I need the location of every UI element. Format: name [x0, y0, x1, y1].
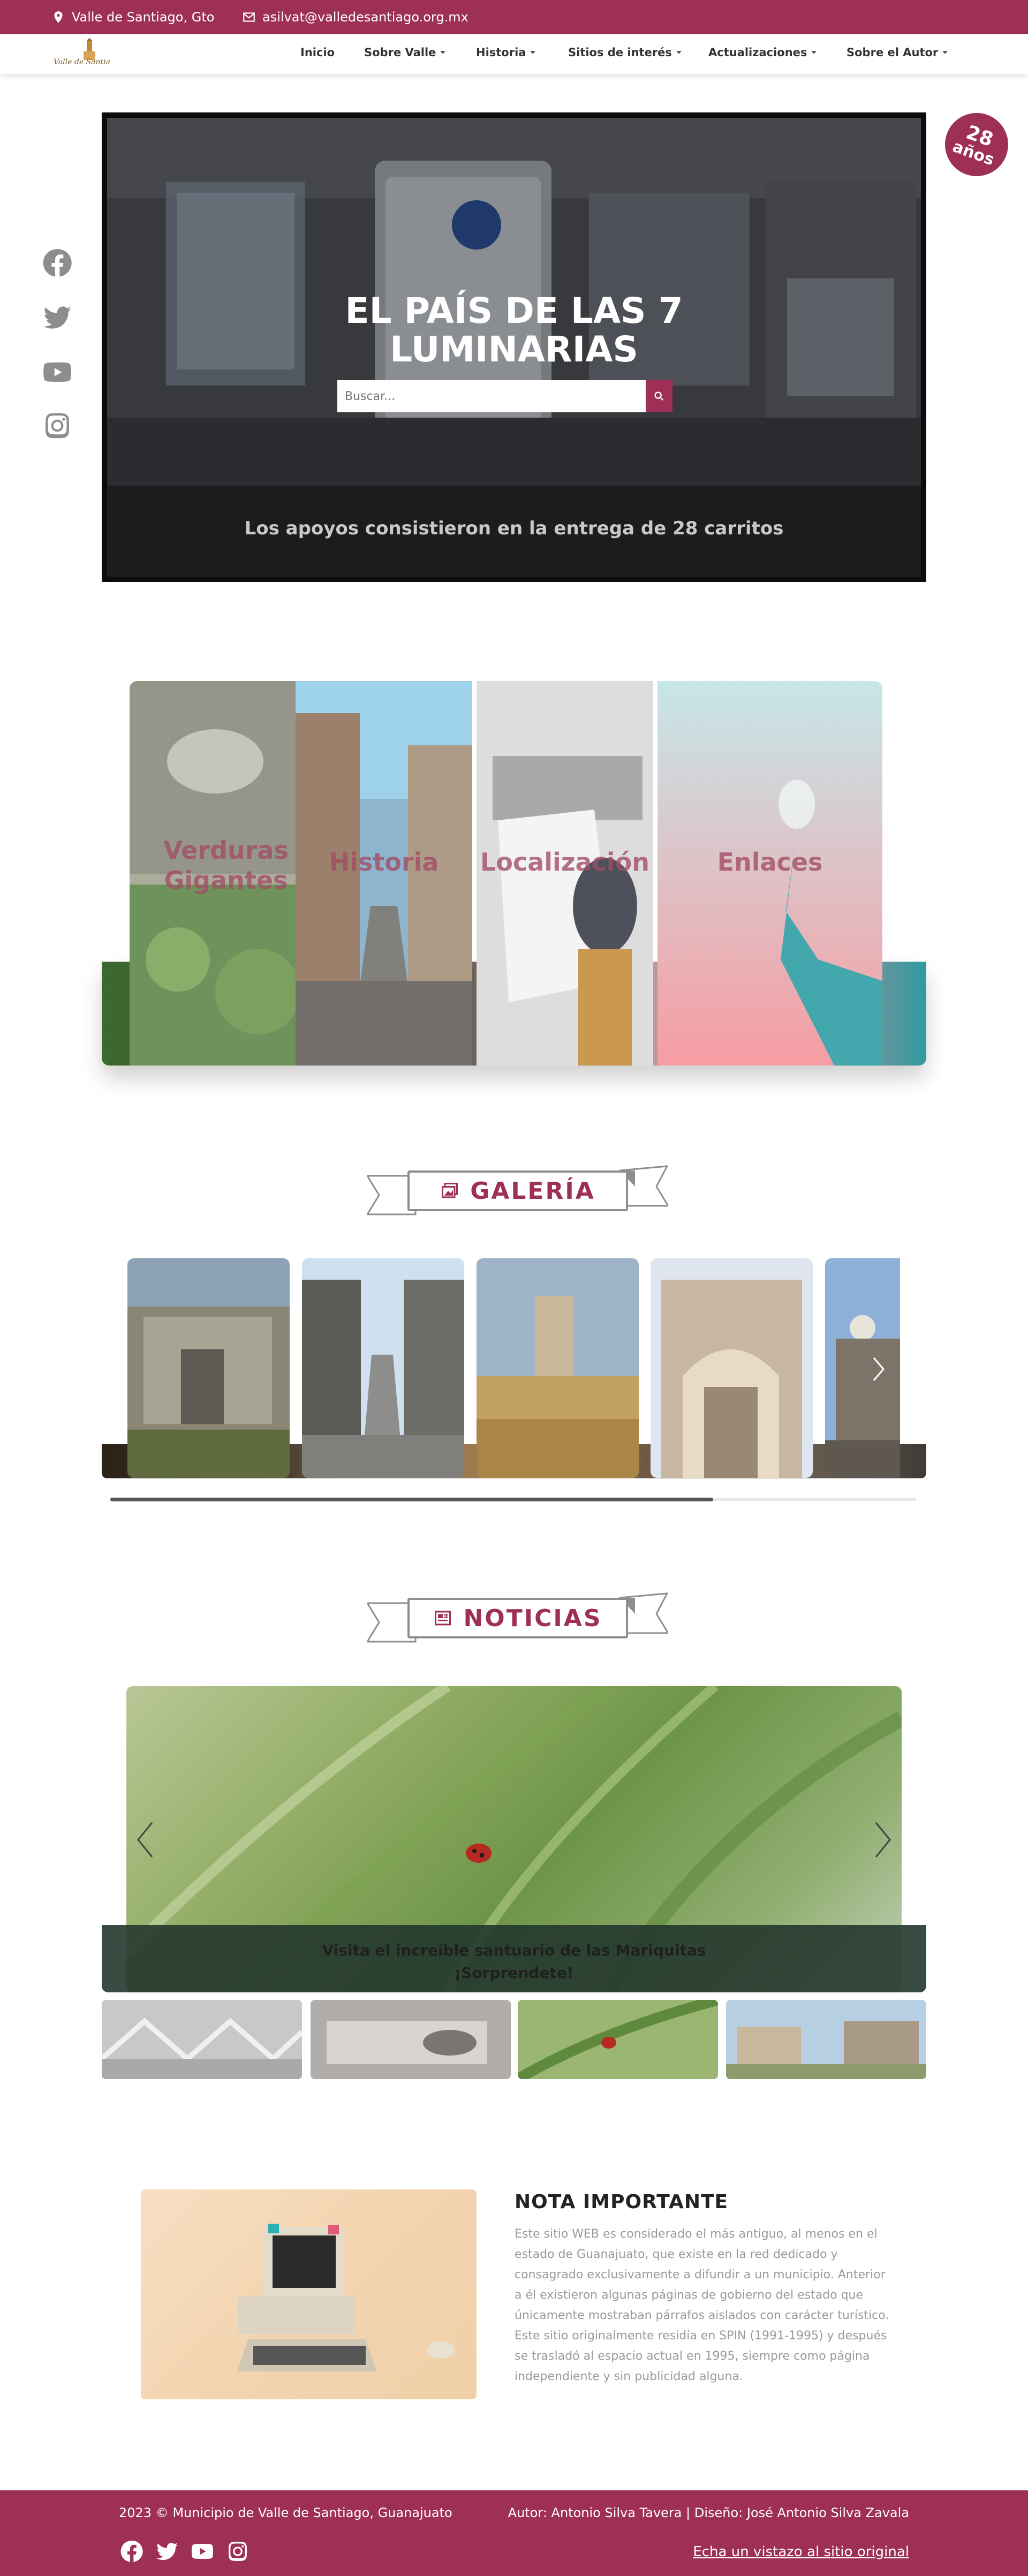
- nav-sobre-el-autor[interactable]: Sobre el Autor: [846, 46, 948, 59]
- footer-credit: Autor: Antonio Silva Tavera | Diseño: Jo…: [508, 2505, 909, 2520]
- chevron-down-icon: [676, 51, 682, 54]
- svg-text:Valle de Santiago: Valle de Santiago: [54, 58, 110, 66]
- news-thumbnail[interactable]: [518, 2000, 718, 2079]
- twitter-icon[interactable]: [41, 301, 74, 334]
- twitter-icon[interactable]: [154, 2539, 180, 2564]
- card-label: Historia: [329, 848, 439, 877]
- search-icon: [654, 391, 664, 401]
- news-header: NOTICIAS: [367, 1590, 668, 1649]
- main-navigation: Valle de Santiago Inicio Sobre Valle His…: [0, 34, 1028, 74]
- facebook-icon[interactable]: [41, 246, 74, 279]
- location-text: Valle de Santiago, Gto: [72, 10, 215, 25]
- nav-inicio[interactable]: Inicio: [300, 46, 335, 59]
- news-prev-arrow[interactable]: [132, 1818, 158, 1861]
- search-input[interactable]: [337, 380, 646, 412]
- footer-copyright: 2023 © Municipio de Valle de Santiago, G…: [119, 2505, 452, 2520]
- gallery-image[interactable]: [477, 1258, 639, 1478]
- hero-slider: EL PAÍS DE LAS 7 LUMINARIAS Los apoyos c…: [102, 112, 926, 582]
- location-info: Valle de Santiago, Gto: [51, 10, 214, 25]
- nav-historia[interactable]: Historia: [476, 46, 536, 59]
- footer: 2023 © Municipio de Valle de Santiago, G…: [0, 2490, 1028, 2576]
- chevron-down-icon: [811, 51, 817, 54]
- nav-actualizaciones[interactable]: Actualizaciones: [708, 46, 817, 59]
- anniversary-badge: 28 años: [936, 104, 1017, 185]
- note-title: NOTA IMPORTANTE: [515, 2191, 729, 2213]
- search-button[interactable]: [646, 380, 672, 412]
- note-text: Este sitio WEB es considerado el más ant…: [515, 2227, 889, 2383]
- nav-sobre-valle[interactable]: Sobre Valle: [364, 46, 446, 59]
- chevron-down-icon: [440, 51, 446, 54]
- card-label: Localización: [480, 848, 649, 877]
- card-historia[interactable]: Historia: [296, 681, 472, 1066]
- gallery-image[interactable]: [127, 1258, 290, 1478]
- news-thumbnail[interactable]: [102, 2000, 302, 2079]
- note-image: [141, 2189, 477, 2399]
- gallery-scrollbar-thumb[interactable]: [110, 1498, 713, 1501]
- youtube-icon[interactable]: [190, 2539, 215, 2564]
- email-info[interactable]: asilvat@valledesantiago.org.mx: [242, 10, 468, 25]
- news-caption[interactable]: Visita el increíble santuario de las Mar…: [102, 1939, 926, 1984]
- chevron-right-icon: [873, 1357, 885, 1381]
- category-cards: Verduras Gigantes Historia Localización: [102, 681, 926, 1066]
- location-pin-icon: [54, 11, 63, 23]
- chevron-left-icon: [137, 1822, 153, 1857]
- news-thumbnail[interactable]: [726, 2000, 926, 2079]
- news-next-arrow[interactable]: [870, 1818, 896, 1861]
- gallery-image[interactable]: [651, 1258, 813, 1478]
- instagram-icon[interactable]: [41, 409, 74, 442]
- news-thumbnail[interactable]: [311, 2000, 511, 2079]
- gallery-next-arrow[interactable]: [871, 1356, 887, 1383]
- chevron-down-icon: [530, 51, 536, 54]
- top-bar: Valle de Santiago, Gto asilvat@valledesa…: [0, 0, 1028, 34]
- envelope-icon: [243, 12, 255, 22]
- youtube-icon[interactable]: [41, 356, 74, 389]
- card-label: Verduras Gigantes: [163, 836, 289, 895]
- original-site-link[interactable]: Echa un vistazo al sitio original: [693, 2544, 909, 2560]
- newspaper-icon: [435, 1611, 451, 1626]
- news-title: NOTICIAS: [407, 1598, 628, 1638]
- card-label: Enlaces: [717, 848, 823, 877]
- gallery-image[interactable]: [302, 1258, 464, 1478]
- nav-sitios-de-interes[interactable]: Sitios de interés: [568, 46, 682, 59]
- hero-title: EL PAÍS DE LAS 7 LUMINARIAS: [345, 290, 683, 370]
- gallery-header: GALERÍA: [367, 1163, 668, 1222]
- card-verduras-gigantes[interactable]: Verduras Gigantes: [130, 681, 322, 1066]
- card-enlaces[interactable]: Enlaces: [657, 681, 882, 1066]
- search-bar: [337, 380, 672, 412]
- site-logo[interactable]: Valle de Santiago: [51, 37, 119, 70]
- facebook-icon[interactable]: [119, 2539, 145, 2564]
- gallery-image[interactable]: [825, 1258, 900, 1478]
- chevron-down-icon: [942, 51, 948, 54]
- instagram-icon[interactable]: [225, 2539, 251, 2564]
- gallery-title: GALERÍA: [407, 1170, 628, 1211]
- image-icon: [442, 1183, 458, 1198]
- email-link[interactable]: asilvat@valledesantiago.org.mx: [262, 10, 468, 25]
- card-localizacion[interactable]: Localización: [477, 681, 653, 1066]
- hero-caption: Los apoyos consistieron en la entrega de…: [244, 518, 784, 539]
- chevron-right-icon: [875, 1822, 891, 1857]
